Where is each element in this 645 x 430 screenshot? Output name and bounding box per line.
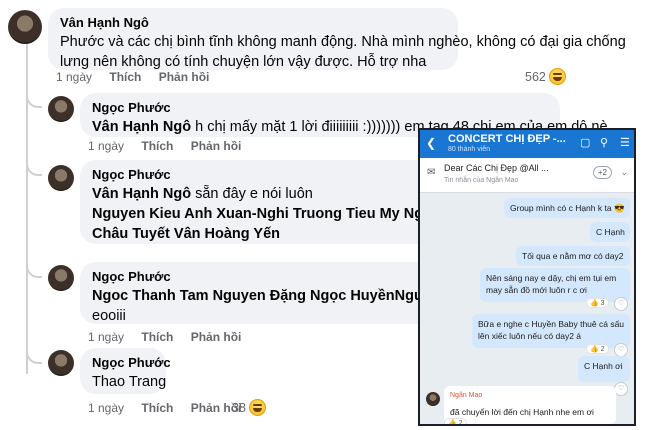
haha-emoji-icon xyxy=(548,68,566,85)
chat-message: Tối qua e nằm mơ có day2 xyxy=(516,246,630,266)
haha-emoji-icon xyxy=(248,399,266,416)
reaction-number: 3 xyxy=(600,300,605,307)
thread-branch xyxy=(26,338,42,364)
comment-author[interactable]: Ngọc Phước xyxy=(92,100,548,115)
chat-title: CONCERT CHỊ ĐẸP -... xyxy=(448,133,566,145)
heart-icon[interactable]: ♡ xyxy=(614,297,628,311)
pinned-title: Dear Các Chị Đẹp @All ... xyxy=(444,163,549,173)
pinned-count-badge[interactable]: +2 xyxy=(592,166,612,179)
reaction-count[interactable]: 562 xyxy=(525,68,566,85)
like-button[interactable]: Thích xyxy=(109,70,141,84)
comment-text-line: Phước và các chị bình tĩnh không manh độ… xyxy=(60,34,626,50)
chat-screenshot: ❮ CONCERT CHỊ ĐẸP -... 80 thành viên ▢ ⚲… xyxy=(418,128,636,426)
chat-message-line: Bữa e nghe c Huyền Baby thuê cá sấu xyxy=(478,319,625,329)
thread-branch xyxy=(26,150,42,176)
chat-member-count: 80 thành viên xyxy=(448,146,491,153)
pinned-chat-icon: ✉ xyxy=(427,167,436,178)
chat-message-incoming: Ngân Mao đã chuyển lời đến chị Hạnh nhe … xyxy=(444,386,616,424)
thread-branch xyxy=(26,82,42,108)
chat-message: Group mình có c Hạnh k ta 😎 xyxy=(504,198,630,218)
chat-message-line: lên xiếc luôn nếu có day2 á xyxy=(478,331,582,341)
pinned-subtitle: Tin nhắn của Ngân Mao xyxy=(444,177,519,184)
comment-text[interactable]: Thao Trang xyxy=(92,372,166,392)
reaction-number: 2 xyxy=(458,420,463,426)
like-button[interactable]: Thích xyxy=(141,139,173,153)
reply-button[interactable]: Phản hồi xyxy=(159,70,210,84)
message-reaction[interactable]: 👍 3 xyxy=(586,298,609,308)
comment-author[interactable]: Vân Hạnh Ngô xyxy=(60,15,446,30)
mention-link[interactable]: Vân Hạnh Ngô xyxy=(92,186,191,202)
avatar[interactable] xyxy=(8,10,42,44)
comment-actions: 1 ngày Thích Phản hồi xyxy=(56,70,223,84)
chat-message-line: may sẵn đồ mới luôn r c ơi xyxy=(486,285,587,295)
thread-branch xyxy=(26,256,42,278)
comment-bubble: Ngọc Phước Thao Trang xyxy=(80,348,171,394)
comment-actions: 1 ngày Thích Phản hồi xyxy=(88,330,255,344)
chat-message: C Hạnh xyxy=(590,222,630,242)
chat-message-line: Nên sáng nay e dậy, chị em tụi em xyxy=(486,273,617,283)
chat-message: Bữa e nghe c Huyền Baby thuê cá sấu lên … xyxy=(472,314,630,348)
chat-message: Nên sáng nay e dậy, chị em tụi em may sẵ… xyxy=(480,268,630,302)
avatar[interactable] xyxy=(48,265,74,291)
message-reaction[interactable]: 👍 2 xyxy=(444,418,467,426)
reply-button[interactable]: Phản hồi xyxy=(191,330,242,344)
heart-icon[interactable]: ♡ xyxy=(614,343,628,357)
reaction-number: 562 xyxy=(525,69,546,84)
search-icon[interactable]: ⚲ xyxy=(600,136,608,149)
comment-author[interactable]: Ngọc Phước xyxy=(92,355,171,370)
avatar[interactable] xyxy=(48,165,74,191)
comment-actions: 1 ngày Thích Phản hồi xyxy=(88,401,255,415)
comment-time[interactable]: 1 ngày xyxy=(56,70,92,84)
reaction-count[interactable]: 38 xyxy=(232,399,266,416)
like-button[interactable]: Thích xyxy=(141,401,173,415)
message-reaction[interactable]: 👍 2 xyxy=(586,344,609,354)
like-button[interactable]: Thích xyxy=(141,330,173,344)
sender-name: Ngân Mao xyxy=(450,392,483,399)
comment-text: sẵn đây e nói luôn xyxy=(191,186,313,202)
back-arrow-icon[interactable]: ❮ xyxy=(426,136,436,150)
comment-bubble: Vân Hạnh Ngô Phước và các chị bình tĩnh … xyxy=(48,8,626,70)
heart-icon[interactable]: ♡ xyxy=(614,382,628,396)
comment-text-line: lưng nên không có tính chuyện lớn vậy đư… xyxy=(60,54,427,70)
reply-button[interactable]: Phản hồi xyxy=(191,139,242,153)
comment-time[interactable]: 1 ngày xyxy=(88,330,124,344)
reaction-number: 38 xyxy=(232,400,246,415)
chat-message-line: đã chuyển lời đến chị Hạnh nhe em ơi xyxy=(450,407,594,417)
comment-time[interactable]: 1 ngày xyxy=(88,401,124,415)
reaction-number: 2 xyxy=(600,346,605,353)
chat-message: C Hạnh ơi xyxy=(578,356,630,382)
video-call-icon[interactable]: ▢ xyxy=(580,136,590,149)
avatar[interactable] xyxy=(48,96,74,122)
avatar[interactable] xyxy=(426,392,440,406)
menu-icon[interactable]: ☰ xyxy=(620,136,630,149)
chevron-down-icon[interactable]: ⌄ xyxy=(620,167,628,178)
chat-header: ❮ CONCERT CHỊ ĐẸP -... 80 thành viên ▢ ⚲… xyxy=(420,130,634,158)
comment-actions: 1 ngày Thích Phản hồi xyxy=(88,139,255,153)
mention-link[interactable]: Vân Hạnh Ngô xyxy=(92,119,191,135)
comment-time[interactable]: 1 ngày xyxy=(88,139,124,153)
pinned-message[interactable]: ✉ Dear Các Chị Đẹp @All ... Tin nhắn của… xyxy=(420,158,634,193)
avatar[interactable] xyxy=(48,350,74,376)
